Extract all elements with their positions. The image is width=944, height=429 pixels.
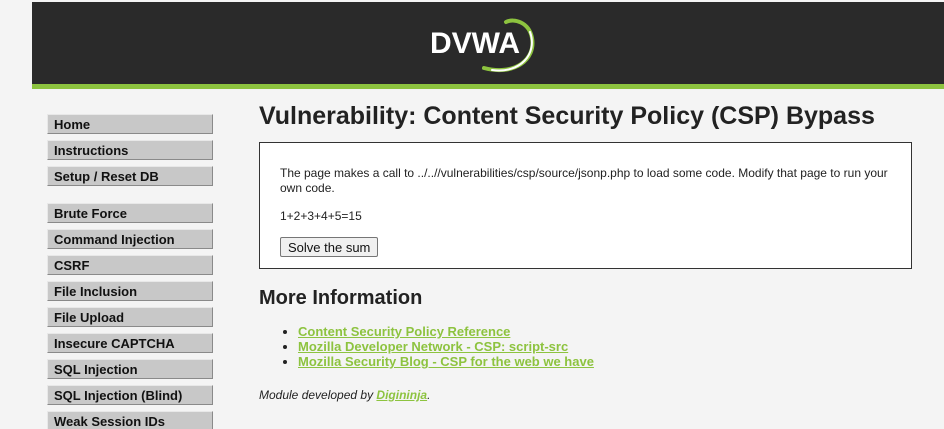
- module-credit-suffix: .: [427, 388, 431, 402]
- more-information-heading: More Information: [259, 287, 423, 309]
- link-mdn-csp-script-src[interactable]: Mozilla Developer Network - CSP: script-…: [298, 339, 568, 354]
- menu-item-weak-session-ids[interactable]: Weak Session IDs: [47, 411, 213, 429]
- menu-item-instructions[interactable]: Instructions: [47, 140, 213, 160]
- main-content: Vulnerability: Content Security Policy (…: [259, 100, 919, 402]
- menu-item-sql-injection[interactable]: SQL Injection: [47, 359, 213, 379]
- page-title: Vulnerability: Content Security Policy (…: [259, 102, 875, 130]
- menu-item-home[interactable]: Home: [47, 114, 213, 134]
- menu-block-general: Home Instructions Setup / Reset DB: [47, 114, 217, 186]
- page-container: DVWA Home Instructions Setup / Reset DB …: [32, 0, 944, 429]
- sidebar-menu: Home Instructions Setup / Reset DB Brute…: [47, 114, 217, 429]
- menu-item-file-upload[interactable]: File Upload: [47, 307, 213, 327]
- menu-item-brute-force[interactable]: Brute Force: [47, 203, 213, 223]
- menu-item-insecure-captcha[interactable]: Insecure CAPTCHA: [47, 333, 213, 353]
- list-item: Mozilla Security Blog - CSP for the web …: [298, 354, 919, 369]
- menu-block-vulnerabilities: Brute Force Command Injection CSRF File …: [47, 203, 217, 429]
- menu-item-csrf[interactable]: CSRF: [47, 255, 213, 275]
- csp-description: The page makes a call to ../..//vulnerab…: [280, 166, 888, 195]
- author-link[interactable]: Digininja: [376, 388, 427, 402]
- header-bar: DVWA: [32, 2, 944, 84]
- menu-item-sql-injection-blind[interactable]: SQL Injection (Blind): [47, 385, 213, 405]
- more-information-links: Content Security Policy Reference Mozill…: [259, 324, 919, 369]
- menu-item-setup-reset-db[interactable]: Setup / Reset DB: [47, 166, 213, 186]
- vulnerability-box: The page makes a call to ../..//vulnerab…: [259, 142, 912, 269]
- module-credit-prefix: Module developed by: [259, 388, 377, 402]
- link-csp-reference[interactable]: Content Security Policy Reference: [298, 324, 510, 339]
- list-item: Mozilla Developer Network - CSP: script-…: [298, 339, 919, 354]
- menu-item-file-inclusion[interactable]: File Inclusion: [47, 281, 213, 301]
- logo-text: DVWA: [430, 27, 520, 60]
- solve-sum-button[interactable]: Solve the sum: [280, 237, 379, 257]
- module-credit: Module developed by Digininja.: [259, 388, 919, 402]
- menu-item-command-injection[interactable]: Command Injection: [47, 229, 213, 249]
- link-mozilla-security-blog[interactable]: Mozilla Security Blog - CSP for the web …: [298, 354, 594, 369]
- header-accent-stripe: [32, 84, 944, 89]
- sum-result-text: 1+2+3+4+5=15: [280, 209, 362, 223]
- dvwa-logo: DVWA: [430, 18, 535, 72]
- list-item: Content Security Policy Reference: [298, 324, 919, 339]
